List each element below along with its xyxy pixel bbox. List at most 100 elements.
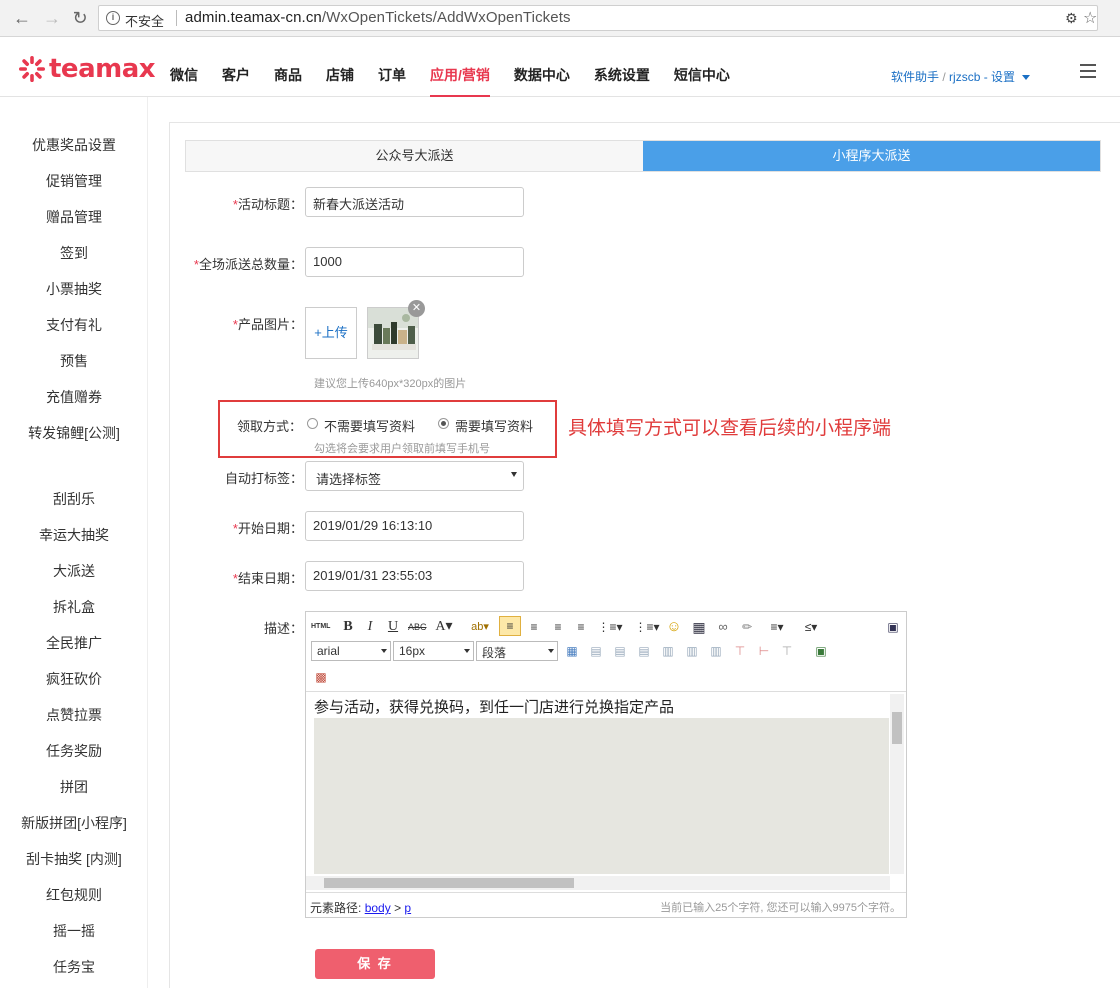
url-text[interactable]: admin.teamax-cn.cn/WxOpenTickets/AddWxOp…	[185, 9, 571, 26]
sidebar-item[interactable]: 拼团	[0, 777, 148, 797]
title-input[interactable]: 新春大派送活动	[305, 187, 524, 217]
remove-image-icon[interactable]: ✕	[408, 300, 425, 317]
claim-option-fill-info-radio[interactable]	[438, 418, 449, 429]
split-cells-icon[interactable]: ⊢	[756, 642, 772, 660]
insert-table-icon[interactable]: ▦	[564, 642, 580, 660]
sidebar-item[interactable]: 幸运大抽奖	[0, 525, 148, 545]
insert-media-icon[interactable]: ▩	[311, 668, 331, 686]
highlight-color-icon[interactable]: ab▾	[467, 618, 493, 636]
tab-official-account[interactable]: 公众号大派送	[186, 141, 643, 171]
nav-item[interactable]: 数据中心	[514, 37, 570, 97]
insert-row-below-icon[interactable]: ▤	[612, 642, 628, 660]
paragraph-spacing-icon[interactable]: ≤▾	[797, 618, 825, 636]
sidebar-item[interactable]: 预售	[0, 351, 148, 371]
sidebar-item[interactable]: 充值赠券	[0, 387, 148, 407]
sidebar-item[interactable]: 刮刮乐	[0, 489, 148, 509]
address-bar[interactable]: i 不安全 admin.teamax-cn.cn/WxOpenTickets/A…	[98, 5, 1098, 31]
sidebar-item[interactable]: 促销管理	[0, 171, 148, 191]
end-date-input[interactable]: 2019/01/31 23:55:03	[305, 561, 524, 591]
sidebar-item[interactable]: 支付有礼	[0, 315, 148, 335]
path-body-link[interactable]: body	[365, 901, 391, 915]
vertical-scrollbar[interactable]	[890, 694, 904, 874]
nav-item[interactable]: 商品	[274, 37, 302, 97]
tag-select[interactable]: 请选择标签	[305, 461, 524, 491]
sidebar-item[interactable]: 小票抽奖	[0, 279, 148, 299]
insert-col-right-icon[interactable]: ▥	[684, 642, 700, 660]
insert-image-icon[interactable]: ▣	[812, 642, 830, 660]
path-p-link[interactable]: p	[404, 901, 411, 915]
horizontal-scrollbar[interactable]	[306, 876, 890, 890]
reload-icon[interactable]: ↻	[70, 8, 90, 28]
insert-col-left-icon[interactable]: ▥	[660, 642, 676, 660]
eraser-icon[interactable]: ✏	[738, 618, 756, 636]
video-icon[interactable]: ▦	[691, 618, 707, 636]
align-right-icon[interactable]: ≡	[549, 618, 567, 636]
strikethrough-icon[interactable]: ABC	[408, 618, 427, 636]
editor-content[interactable]: 参与活动，获得兑换码，到任一门店进行兑换指定产品	[314, 694, 889, 718]
save-button[interactable]: 保 存	[315, 949, 435, 979]
link-icon[interactable]: ∞	[713, 618, 733, 636]
sidebar-item[interactable]: 拆礼盒	[0, 597, 148, 617]
sidebar-item[interactable]: 赠品管理	[0, 207, 148, 227]
nav-item[interactable]: 店铺	[326, 37, 354, 97]
vertical-scroll-thumb[interactable]	[892, 712, 902, 744]
nav-item[interactable]: 应用/营销	[430, 37, 490, 97]
sidebar-item[interactable]: 全民推广	[0, 633, 148, 653]
horizontal-scroll-thumb[interactable]	[324, 878, 574, 888]
nav-item[interactable]: 客户	[222, 37, 250, 97]
align-center-icon[interactable]: ≡	[525, 618, 543, 636]
total-input[interactable]: 1000	[305, 247, 524, 277]
sidebar-item[interactable]: 红包规则	[0, 885, 148, 905]
delete-col-icon[interactable]: ▥	[708, 642, 724, 660]
bookmark-star-icon[interactable]: ☆	[1083, 8, 1097, 28]
caret-down-icon[interactable]	[1022, 75, 1031, 81]
underline-icon[interactable]: U	[386, 618, 400, 636]
sidebar-item[interactable]: 任务奖励	[0, 741, 148, 761]
paragraph-select[interactable]: 段落	[476, 641, 558, 661]
sidebar-item[interactable]: 优惠奖品设置	[0, 135, 148, 155]
align-justify-icon[interactable]: ≡	[572, 618, 590, 636]
helper-link[interactable]: 软件助手	[891, 70, 939, 84]
font-color-icon[interactable]: A▾	[434, 618, 454, 636]
start-date-input[interactable]: 2019/01/29 16:13:10	[305, 511, 524, 541]
font-size-select[interactable]: 16px	[393, 641, 474, 661]
html-source-button[interactable]: HTML	[311, 618, 330, 636]
sidebar-item[interactable]: 大派送	[0, 561, 148, 581]
sidebar-item[interactable]: 转发锦鲤[公测]	[0, 423, 148, 443]
tab-mini-program[interactable]: 小程序大派送	[643, 141, 1100, 171]
username-link[interactable]: rjzscb	[949, 70, 980, 84]
info-icon[interactable]: i	[106, 11, 120, 25]
sidebar-item[interactable]: 点赞拉票	[0, 705, 148, 725]
logo[interactable]: teamax	[18, 54, 156, 84]
nav-item[interactable]: 系统设置	[594, 37, 650, 97]
sidebar-item[interactable]: 新版拼团[小程序]	[0, 813, 148, 833]
align-left-icon[interactable]: ≡	[499, 616, 521, 636]
nav-item[interactable]: 微信	[170, 37, 198, 97]
numbered-list-icon[interactable]: ⋮≡▾	[633, 618, 661, 636]
insert-row-above-icon[interactable]: ▤	[588, 642, 604, 660]
table-props-icon[interactable]: ⊤	[779, 642, 795, 660]
nav-item[interactable]: 订单	[378, 37, 406, 97]
editor-blank-area[interactable]	[314, 718, 889, 874]
sidebar-item[interactable]: 刮卡抽奖 [内测]	[0, 849, 148, 869]
italic-icon[interactable]: I	[363, 618, 377, 636]
menu-icon[interactable]	[1080, 64, 1096, 78]
settings-link[interactable]: 设置	[991, 70, 1015, 84]
bold-icon[interactable]: B	[341, 618, 355, 636]
claim-option-no-info-label[interactable]: 不需要填写资料	[324, 416, 415, 435]
claim-option-fill-info-label[interactable]: 需要填写资料	[455, 416, 533, 435]
line-height-icon[interactable]: ≡▾	[763, 618, 791, 636]
merge-cells-icon[interactable]: ⊤	[732, 642, 748, 660]
extension-icon[interactable]: ⚙	[1065, 10, 1078, 27]
claim-option-no-info-radio[interactable]	[307, 418, 318, 429]
emoji-icon[interactable]: ☺	[665, 618, 683, 636]
font-family-select[interactable]: arial	[311, 641, 391, 661]
nav-item[interactable]: 短信中心	[674, 37, 730, 97]
sidebar-item[interactable]: 签到	[0, 243, 148, 263]
sidebar-item[interactable]: 疯狂砍价	[0, 669, 148, 689]
bullet-list-icon[interactable]: ⋮≡▾	[596, 618, 624, 636]
upload-button[interactable]: +上传	[305, 307, 357, 359]
delete-row-icon[interactable]: ▤	[636, 642, 652, 660]
forward-icon[interactable]: →	[42, 8, 62, 28]
sidebar-item[interactable]: 任务宝	[0, 957, 148, 977]
